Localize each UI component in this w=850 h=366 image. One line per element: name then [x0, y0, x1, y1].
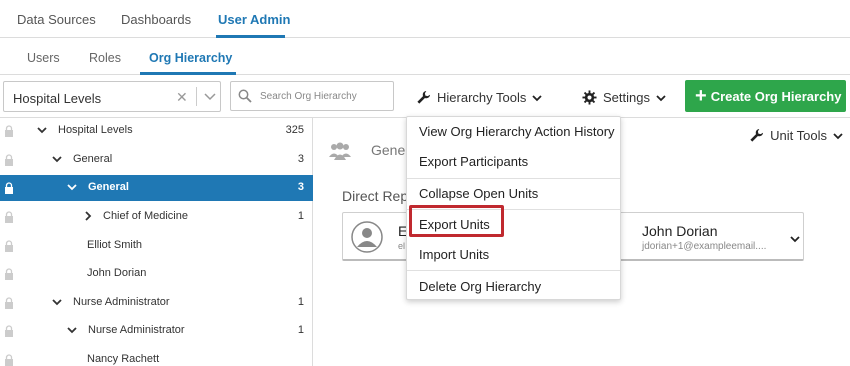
tree-row-label: Nurse Administrator: [88, 324, 185, 336]
person-email: el: [398, 241, 406, 251]
tree-row[interactable]: Elliot Smith: [0, 233, 313, 259]
chevron-down-icon[interactable]: [37, 126, 47, 134]
wrench-icon: [417, 90, 431, 104]
lock-icon: [5, 125, 13, 137]
create-org-hierarchy-button[interactable]: + Create Org Hierarchy: [685, 80, 846, 112]
settings-label: Settings: [603, 90, 650, 105]
direct-reports-label: Direct Rep: [342, 188, 409, 204]
user-avatar-icon: [351, 221, 383, 253]
tree-row-count: 3: [297, 153, 304, 165]
top-nav: Data Sources Dashboards User Admin: [0, 0, 850, 38]
hierarchy-tools-menu: View Org Hierarchy Action History Export…: [406, 116, 621, 300]
tab-roles[interactable]: Roles: [89, 51, 121, 65]
chevron-down-icon: [833, 132, 843, 139]
hierarchy-tools-button[interactable]: Hierarchy Tools: [416, 90, 542, 105]
tree-row-label: Chief of Medicine: [103, 210, 188, 222]
tree-row-selected[interactable]: General 3: [0, 175, 313, 201]
tree-row[interactable]: Nurse Administrator 1: [0, 290, 313, 316]
tree-row[interactable]: General 3: [0, 147, 313, 173]
search-icon: [238, 89, 252, 103]
tree-row[interactable]: Hospital Levels 325: [0, 118, 313, 144]
hierarchy-tools-label: Hierarchy Tools: [437, 90, 527, 105]
org-hierarchy-select[interactable]: Hospital Levels ✕: [3, 81, 221, 112]
menu-item-export-units[interactable]: Export Units: [419, 217, 490, 232]
lock-icon: [5, 268, 13, 280]
chevron-right-icon[interactable]: [84, 211, 92, 221]
chevron-down-icon[interactable]: [67, 326, 77, 334]
tree-row-label: General: [73, 153, 113, 165]
menu-item-export-participants[interactable]: Export Participants: [419, 154, 528, 169]
org-select-value: Hospital Levels: [13, 91, 102, 106]
person-name: John Dorian: [642, 223, 718, 239]
tab-org-hierarchy[interactable]: Org Hierarchy: [149, 51, 232, 65]
unit-tools-label: Unit Tools: [770, 128, 827, 143]
tab-user-admin[interactable]: User Admin: [218, 12, 290, 27]
create-org-hierarchy-label: Create Org Hierarchy: [710, 88, 842, 104]
search-input[interactable]: Search Org Hierarchy: [230, 81, 394, 111]
toolbar: Hospital Levels ✕ Search Org Hierarchy H…: [0, 75, 850, 118]
menu-divider: [407, 270, 620, 271]
menu-divider: [407, 178, 620, 179]
chevron-down-icon[interactable]: [790, 235, 800, 243]
tree-row[interactable]: Chief of Medicine 1: [0, 204, 313, 230]
tree-row[interactable]: Nancy Rachett: [0, 347, 313, 366]
select-divider: [196, 87, 197, 106]
menu-item-delete-org-hierarchy[interactable]: Delete Org Hierarchy: [419, 279, 541, 294]
lock-icon: [5, 297, 13, 309]
person-email: jdorian+1@exampleemail....: [642, 241, 767, 252]
tree-row-count: 1: [297, 296, 304, 308]
wrench-icon: [750, 128, 764, 142]
hierarchy-tree: Hospital Levels 325 General 3 General 3 …: [0, 118, 313, 366]
tree-row-count: 1: [297, 324, 304, 336]
tree-row-count: 1: [297, 210, 304, 222]
lock-icon: [5, 154, 13, 166]
lock-icon: [5, 240, 13, 252]
chevron-down-icon[interactable]: [52, 155, 62, 163]
tab-data-sources[interactable]: Data Sources: [17, 12, 96, 27]
chevron-down-icon[interactable]: [67, 183, 77, 191]
lock-icon: [5, 325, 13, 337]
menu-item-import-units[interactable]: Import Units: [419, 247, 489, 262]
tree-row[interactable]: Nurse Administrator 1: [0, 318, 313, 344]
chevron-down-icon: [656, 94, 666, 101]
unit-title: Gener: [371, 142, 410, 158]
tree-row-label: Elliot Smith: [87, 239, 143, 251]
chevron-down-icon[interactable]: [204, 91, 216, 101]
tab-dashboards[interactable]: Dashboards: [121, 12, 191, 27]
menu-item-view-action-history[interactable]: View Org Hierarchy Action History: [419, 124, 615, 139]
lock-icon: [5, 211, 13, 223]
sub-nav: Users Roles Org Hierarchy: [0, 38, 850, 75]
lock-icon: [5, 354, 13, 366]
tree-row-label: Hospital Levels: [58, 124, 133, 136]
chevron-down-icon: [532, 94, 542, 101]
tree-row-count: 325: [285, 124, 304, 136]
settings-button[interactable]: Settings: [582, 90, 666, 105]
tree-row-label: Nurse Administrator: [73, 296, 170, 308]
lock-icon: [5, 182, 13, 194]
tree-row-label: Nancy Rachett: [87, 353, 160, 365]
chevron-down-icon[interactable]: [52, 298, 62, 306]
gear-icon: [582, 90, 597, 105]
tab-users[interactable]: Users: [27, 51, 60, 65]
search-placeholder: Search Org Hierarchy: [260, 91, 357, 102]
menu-item-collapse-open-units[interactable]: Collapse Open Units: [419, 186, 538, 201]
clear-icon[interactable]: ✕: [176, 89, 188, 106]
tree-row-label: John Dorian: [87, 267, 147, 279]
tree-row[interactable]: John Dorian: [0, 261, 313, 287]
tree-row-count: 3: [297, 181, 304, 193]
plus-icon: +: [695, 85, 707, 107]
people-icon: [329, 142, 351, 160]
unit-tools-button[interactable]: Unit Tools: [749, 128, 843, 143]
tree-row-label: General: [88, 181, 129, 193]
